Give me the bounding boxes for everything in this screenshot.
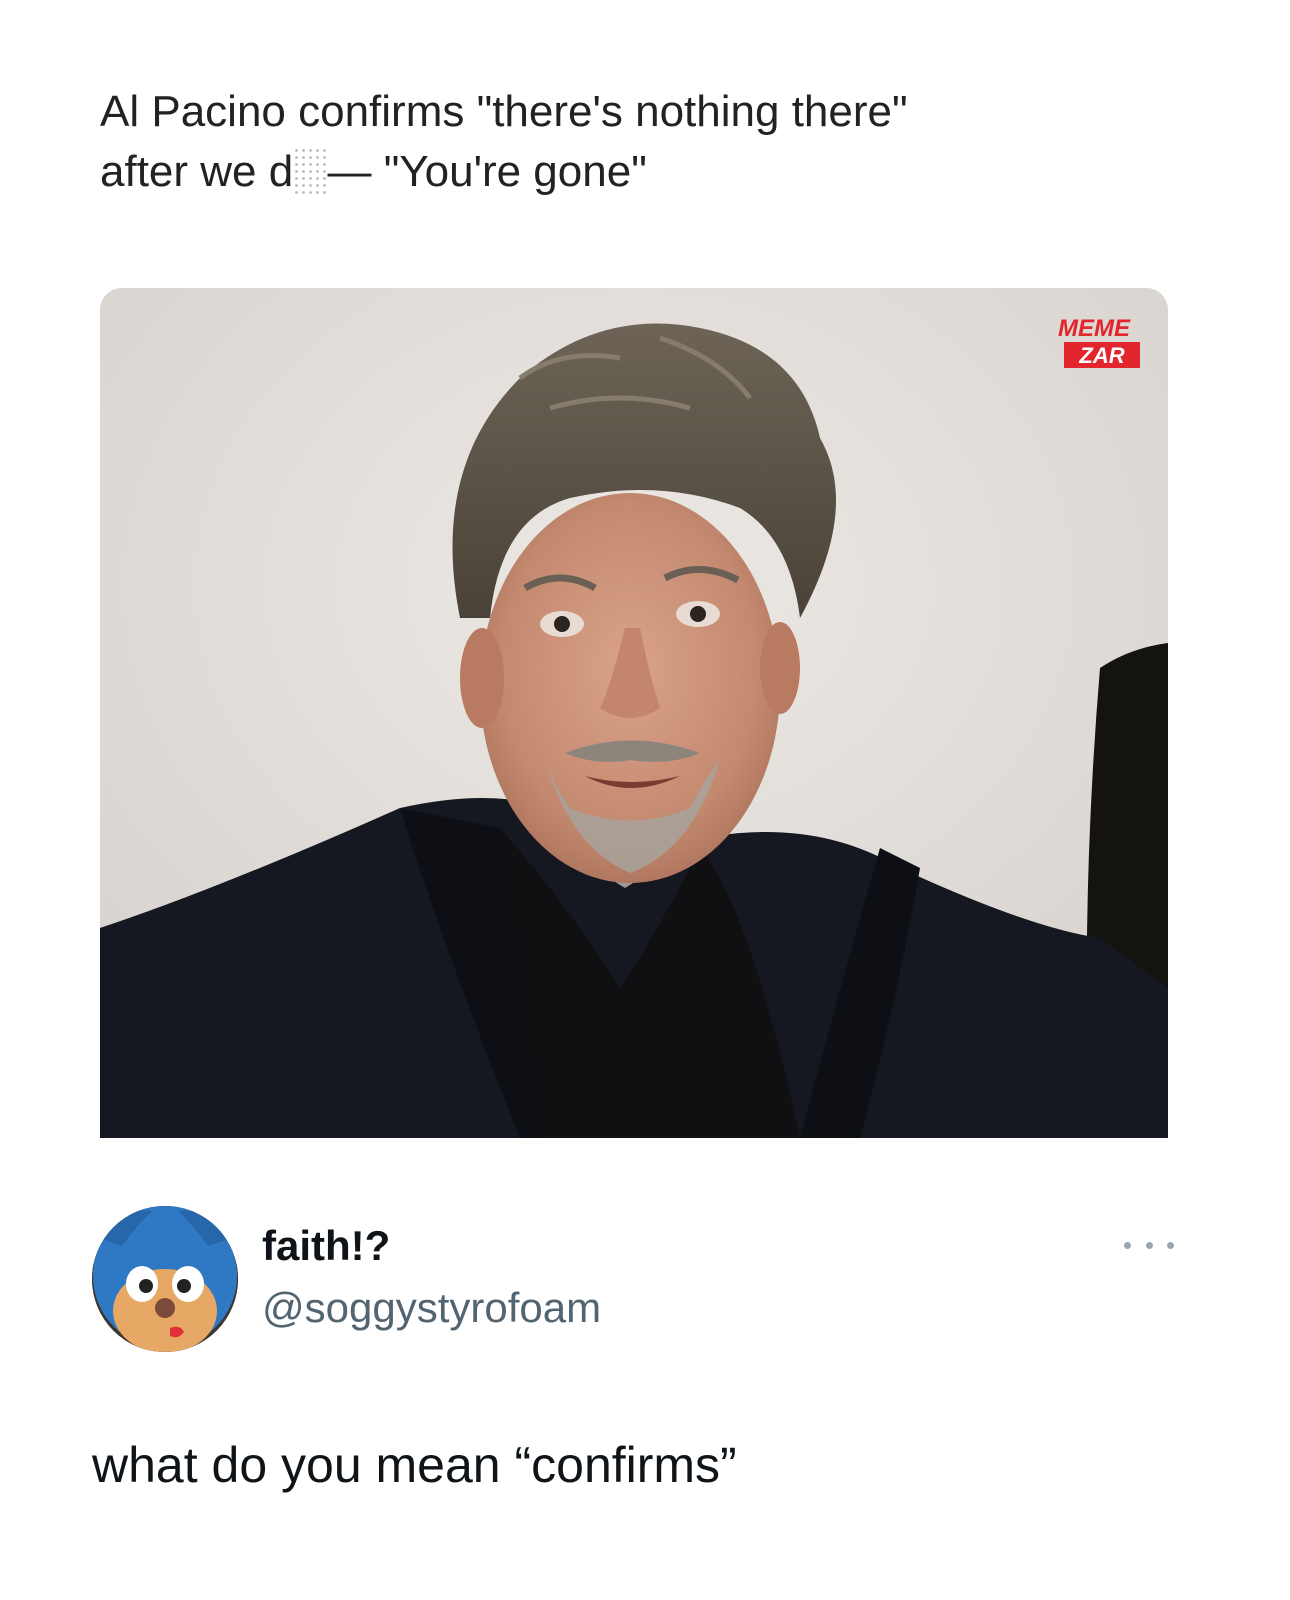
user-handle[interactable]: @soggystyrofoam <box>262 1284 601 1332</box>
display-name[interactable]: faith!? <box>262 1222 390 1270</box>
reply-text: what do you mean “confirms” <box>92 1437 737 1493</box>
headline-line-2-suffix: — "You're gone" <box>327 147 647 196</box>
avatar[interactable] <box>92 1206 238 1352</box>
post-image[interactable]: MEME ZAR <box>100 288 1168 1138</box>
post-headline: Al Pacino confirms "there's nothing ther… <box>100 82 1190 202</box>
dot-icon <box>1167 1241 1174 1249</box>
portrait-photo <box>100 288 1168 1138</box>
headline-line-2: after we die— "You're gone" <box>100 142 1190 202</box>
logo-line-1: MEME <box>1058 315 1131 342</box>
memezar-logo: MEME ZAR <box>1036 310 1146 370</box>
headline-line-1: Al Pacino confirms "there's nothing ther… <box>100 87 908 136</box>
dot-icon <box>1145 1241 1153 1249</box>
logo-line-2: ZAR <box>1078 343 1124 368</box>
headline-line-2-prefix: after we d <box>100 147 294 196</box>
more-dots-icon[interactable] <box>1124 1230 1174 1260</box>
censored-text: ie <box>293 147 328 196</box>
plush-character-avatar-icon <box>92 1206 238 1352</box>
dot-icon <box>1124 1241 1131 1249</box>
